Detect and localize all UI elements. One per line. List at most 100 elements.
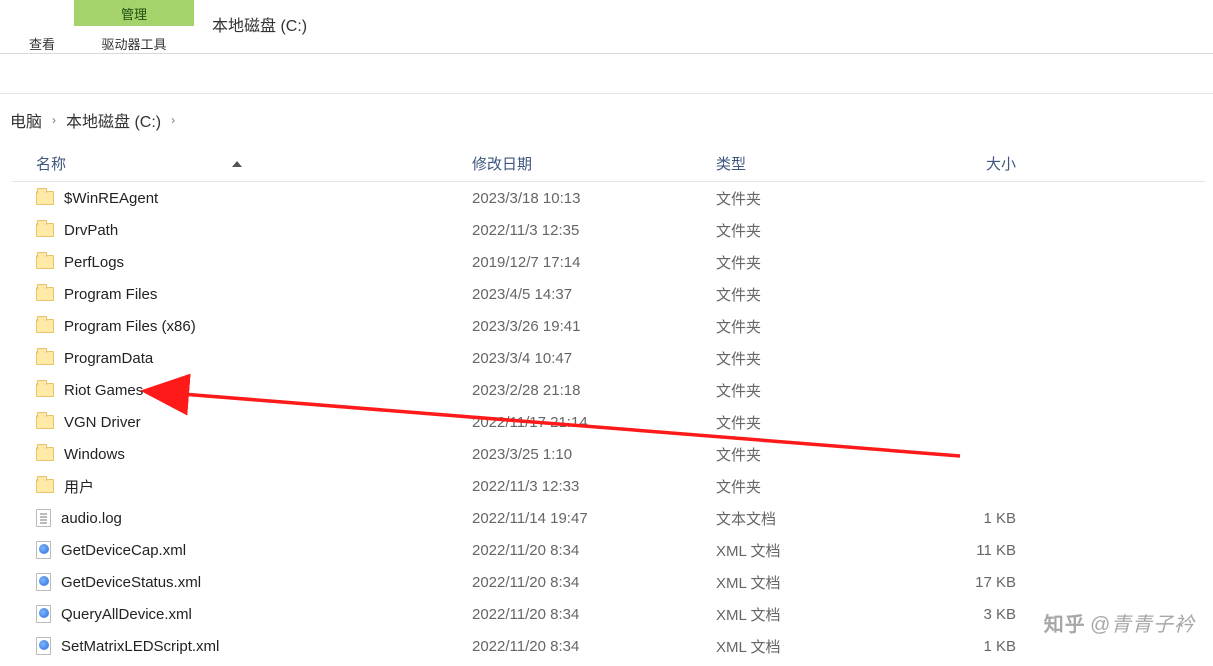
cell-name: SetMatrixLEDScript.xml [12, 637, 472, 655]
xml-file-icon [36, 605, 51, 623]
watermark: 知乎 @青青子衿 [1044, 608, 1195, 637]
folder-icon [36, 191, 54, 205]
file-name: $WinREAgent [64, 190, 158, 207]
breadcrumb-item-label: 电脑 [10, 108, 42, 132]
file-row[interactable]: GetDeviceCap.xml2022/11/20 8:34XML 文档11 … [12, 534, 1205, 566]
cell-name: Windows [12, 446, 472, 463]
xml-file-icon [36, 573, 51, 591]
address-strip [0, 54, 1213, 94]
folder-icon [36, 383, 54, 397]
breadcrumb-item[interactable]: 本地磁盘 (C:) [60, 104, 167, 136]
cell-date: 2022/11/20 8:34 [472, 606, 716, 623]
file-list-area: 名称 修改日期 类型 大小 $WinREAgent 2023/3/18 10:13… [0, 146, 1213, 662]
file-row[interactable]: ProgramData 2023/3/4 10:47文件夹 [12, 342, 1205, 374]
breadcrumb[interactable]: 电脑 › 本地磁盘 (C:) › [0, 94, 1213, 146]
cell-date: 2019/12/7 17:14 [472, 254, 716, 271]
file-name: Riot Games [64, 382, 143, 399]
file-name: DrvPath [64, 222, 118, 239]
breadcrumb-item[interactable]: 电脑 [4, 104, 48, 136]
ribbon-tab-drive-tools-label: 驱动器工具 [101, 37, 166, 52]
text-file-icon [36, 509, 51, 527]
cell-type: XML 文档 [716, 636, 916, 657]
file-row[interactable]: SetMatrixLEDScript.xml2022/11/20 8:34XML… [12, 630, 1205, 662]
sort-ascending-icon [232, 161, 242, 167]
cell-type: 文件夹 [716, 252, 916, 273]
file-row[interactable]: PerfLogs 2019/12/7 17:14文件夹 [12, 246, 1205, 278]
cell-date: 2022/11/20 8:34 [472, 574, 716, 591]
cell-type: 文件夹 [716, 380, 916, 401]
cell-size: 3 KB [916, 606, 1056, 623]
cell-type: 文件夹 [716, 188, 916, 209]
cell-size: 17 KB [916, 574, 1056, 591]
cell-type: 文件夹 [716, 412, 916, 433]
xml-file-icon [36, 637, 51, 655]
cell-name: QueryAllDevice.xml [12, 605, 472, 623]
file-rows: $WinREAgent2023/3/18 10:13文件夹DrvPath2022… [12, 182, 1205, 662]
file-row[interactable]: Windows2023/3/25 1:10文件夹 [12, 438, 1205, 470]
column-header-name[interactable]: 名称 [12, 153, 472, 174]
file-name: SetMatrixLEDScript.xml [61, 638, 219, 655]
column-header-size[interactable]: 大小 [916, 153, 1056, 174]
column-header-date[interactable]: 修改日期 [472, 153, 716, 174]
cell-type: 文件夹 [716, 220, 916, 241]
file-row[interactable]: audio.log2022/11/14 19:47文本文档1 KB [12, 502, 1205, 534]
ribbon-tab-drive-tools[interactable]: 驱动器工具 [101, 26, 166, 53]
cell-name: GetDeviceCap.xml [12, 541, 472, 559]
cell-name: DrvPath [12, 222, 472, 239]
cell-name: $WinREAgent [12, 190, 472, 207]
file-name: ProgramData [64, 350, 153, 367]
cell-size: 1 KB [916, 638, 1056, 655]
file-row[interactable]: GetDeviceStatus.xml 2022/11/20 8:34XML 文档… [12, 566, 1205, 598]
cell-date: 2023/3/4 10:47 [472, 350, 716, 367]
file-row[interactable]: 用户2022/11/3 12:33文件夹 [12, 470, 1205, 502]
folder-icon [36, 479, 54, 493]
file-name: audio.log [61, 510, 122, 527]
cell-date: 2022/11/20 8:34 [472, 542, 716, 559]
cell-date: 2022/11/3 12:35 [472, 222, 716, 239]
file-row[interactable]: Program Files (x86)2023/3/26 19:41文件夹 [12, 310, 1205, 342]
cell-type: XML 文档 [716, 572, 916, 593]
window-title-label: 本地磁盘 (C:) [212, 18, 307, 35]
folder-icon [36, 351, 54, 365]
cell-size: 1 KB [916, 510, 1056, 527]
file-row[interactable]: Program Files2023/4/5 14:37文件夹 [12, 278, 1205, 310]
cell-type: 文件夹 [716, 348, 916, 369]
cell-date: 2023/3/25 1:10 [472, 446, 716, 463]
xml-file-icon [36, 541, 51, 559]
cell-name: GetDeviceStatus.xml [12, 573, 472, 591]
folder-icon [36, 255, 54, 269]
chevron-right-icon: › [48, 113, 60, 127]
file-row[interactable]: VGN Driver 2022/11/17 21:14文件夹 [12, 406, 1205, 438]
cell-type: 文件夹 [716, 444, 916, 465]
folder-icon [36, 287, 54, 301]
zhihu-logo-icon: 知乎 [1044, 608, 1086, 637]
file-name: 用户 [64, 476, 94, 497]
cell-name: 用户 [12, 476, 472, 497]
ribbon-tab-manage[interactable]: 管理 [74, 0, 194, 26]
cell-date: 2022/11/17 21:14 [472, 414, 716, 431]
folder-icon [36, 223, 54, 237]
column-header-type[interactable]: 类型 [716, 153, 916, 174]
cell-name: ProgramData [12, 350, 472, 367]
ribbon-tab-view[interactable]: 查看 [0, 0, 74, 53]
file-name: QueryAllDevice.xml [61, 606, 192, 623]
cell-name: audio.log [12, 509, 472, 527]
cell-name: Riot Games [12, 382, 472, 399]
file-name: PerfLogs [64, 254, 124, 271]
ribbon-tab-manage-label: 管理 [121, 7, 147, 22]
file-row[interactable]: Riot Games 2023/2/28 21:18文件夹 [12, 374, 1205, 406]
window-title: 本地磁盘 (C:) [194, 0, 307, 53]
file-row[interactable]: $WinREAgent 2023/3/18 10:13文件夹 [12, 182, 1205, 214]
column-header-name-label: 名称 [36, 153, 66, 174]
file-name: GetDeviceStatus.xml [61, 574, 201, 591]
file-row[interactable]: DrvPath 2022/11/3 12:35文件夹 [12, 214, 1205, 246]
cell-date: 2023/2/28 21:18 [472, 382, 716, 399]
folder-icon [36, 319, 54, 333]
cell-type: 文件夹 [716, 476, 916, 497]
file-name: VGN Driver [64, 414, 141, 431]
cell-date: 2023/3/18 10:13 [472, 190, 716, 207]
cell-date: 2023/4/5 14:37 [472, 286, 716, 303]
watermark-text: @青青子衿 [1090, 608, 1195, 637]
breadcrumb-item-label: 本地磁盘 (C:) [66, 108, 161, 132]
file-row[interactable]: QueryAllDevice.xml2022/11/20 8:34XML 文档3… [12, 598, 1205, 630]
